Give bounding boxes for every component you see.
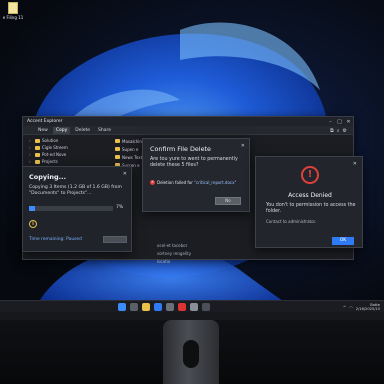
- copy-description: Copying 3 Items (1.2 GB of 1.6 GB) from …: [29, 185, 122, 196]
- minimize-icon[interactable]: –: [326, 118, 335, 126]
- folder-icon: [115, 155, 120, 159]
- close-icon[interactable]: ✕: [123, 171, 127, 177]
- wifi-icon[interactable]: ◠: [349, 305, 353, 310]
- deletion-error-file: "critical_report.docx": [194, 180, 237, 185]
- monitor-bezel: [0, 312, 384, 320]
- pause-icon[interactable]: II: [29, 220, 37, 228]
- copy-dialog-title: Copying...: [29, 173, 67, 181]
- copy-progress-label: 7%: [116, 205, 124, 210]
- deletion-error-prefix: Deletion failed for: [157, 180, 193, 185]
- taskbar-icons: [118, 303, 210, 311]
- sidebar-item[interactable]: › Solution: [23, 137, 111, 144]
- folder-icon: [35, 159, 40, 164]
- sidebar-item[interactable]: › Cigle Streem: [23, 144, 111, 151]
- desktop-screen: e Filing 11 Accent Explorer – □ ✕ New Co…: [0, 0, 384, 312]
- folder-icon: [115, 147, 120, 151]
- sidebar-item-label: Pot-ed Nove: [42, 152, 67, 157]
- denied-message: You don't to permission to access the fo…: [266, 203, 356, 214]
- copy-dialog-button[interactable]: [103, 236, 127, 243]
- window-controls: – □ ✕: [326, 118, 353, 126]
- explorer-titlebar[interactable]: Accent Explorer – □ ✕: [23, 117, 353, 126]
- close-icon[interactable]: ✕: [353, 161, 357, 167]
- search-icon[interactable]: ⌕: [337, 128, 340, 134]
- confirm-dialog-title: Confirm File Delete: [150, 145, 211, 153]
- screenshot-root: e Filing 11 Accent Explorer – □ ✕ New Co…: [0, 0, 384, 384]
- system-tray: ^ ◠ Batte 2/16/2025/15: [343, 303, 380, 311]
- deletion-error-text: Deletion failed for "critical_report.doc…: [157, 180, 236, 185]
- tab-new[interactable]: New: [35, 127, 51, 134]
- sidebar-item[interactable]: › Projects: [23, 158, 111, 165]
- list-item-label: News Text: [122, 154, 143, 160]
- copy-progress-bar: [29, 206, 113, 211]
- edge-icon[interactable]: [154, 303, 162, 311]
- tab-share[interactable]: Share: [95, 127, 114, 134]
- start-icon[interactable]: [118, 303, 126, 311]
- no-button[interactable]: No: [215, 197, 241, 205]
- monitor: e Filing 11 Accent Explorer – □ ✕ New Co…: [0, 0, 384, 320]
- tab-delete[interactable]: Delete: [72, 127, 93, 134]
- alert-icon: !: [301, 166, 319, 184]
- close-icon[interactable]: ✕: [241, 143, 245, 149]
- clock[interactable]: Batte 2/16/2025/15: [356, 303, 380, 311]
- list-fragment: ocel-et tacebor: [157, 243, 188, 248]
- copy-icon[interactable]: ⧉: [330, 128, 334, 134]
- sidebar-item-label: Projects: [42, 159, 58, 164]
- document-icon: [8, 2, 18, 14]
- explorer-title: Accent Explorer: [27, 119, 63, 124]
- maximize-icon[interactable]: □: [335, 118, 344, 126]
- file-explorer-icon[interactable]: [142, 303, 150, 311]
- folder-icon: [35, 138, 40, 143]
- monitor-stand-hole: [183, 340, 199, 368]
- desktop-file-label: e Filing 11: [2, 15, 24, 20]
- error-icon: ✕: [150, 180, 155, 185]
- denied-title: Access Denied: [288, 192, 332, 199]
- denied-contact: Contact to administrator.: [266, 219, 317, 224]
- sidebar-item-label: Solution: [42, 138, 59, 143]
- list-fragment: sortney rengelity: [157, 251, 192, 256]
- list-fragment: locatio: [157, 259, 171, 264]
- access-denied-dialog: ✕ ! Access Denied You don't to permissio…: [255, 156, 363, 248]
- chevron-right-icon: ›: [29, 152, 31, 157]
- folder-icon: [35, 145, 40, 150]
- taskbar: ^ ◠ Batte 2/16/2025/15: [0, 300, 384, 312]
- chevron-right-icon: ›: [29, 138, 31, 143]
- desktop-file-icon[interactable]: e Filing 11: [2, 2, 24, 20]
- folder-icon: [35, 152, 40, 157]
- confirm-question: Are tou yure to went to permanently dele…: [150, 157, 238, 168]
- sidebar-item-label: Cigle Streem: [42, 145, 68, 150]
- time-remaining: Time remaining: Paused: [29, 237, 82, 242]
- list-item-label: Supen e: [122, 146, 139, 152]
- folder-icon: [115, 139, 120, 143]
- deletion-error: ✕ Deletion failed for "critical_report.d…: [150, 180, 236, 185]
- clock-date: 2/16/2025/15: [355, 307, 380, 311]
- ok-button[interactable]: OK: [332, 237, 354, 245]
- app-icon[interactable]: [178, 303, 186, 311]
- search-icon[interactable]: [130, 303, 138, 311]
- terminal-icon[interactable]: [202, 303, 210, 311]
- list-item[interactable]: News Text: [115, 153, 142, 161]
- close-icon[interactable]: ✕: [344, 118, 353, 126]
- explorer-ribbon-tabs: New Copy Delete Share: [23, 126, 353, 135]
- chevron-right-icon: ›: [29, 145, 31, 150]
- settings-icon[interactable]: [190, 303, 198, 311]
- tab-copy[interactable]: Copy: [52, 126, 71, 134]
- copy-progress-dialog: Copying... ✕ Copying 3 Items (1.2 GB of …: [22, 166, 132, 252]
- copy-progress-fill: [29, 206, 35, 211]
- chevron-right-icon: ›: [29, 159, 31, 164]
- sidebar-item[interactable]: › Pot-ed Nove: [23, 151, 111, 158]
- list-item[interactable]: Supen e: [115, 145, 138, 153]
- store-icon[interactable]: [166, 303, 174, 311]
- explorer-toolbar: ⧉ ⌕ ⚙: [330, 126, 347, 135]
- chevron-up-icon[interactable]: ^: [343, 305, 346, 310]
- confirm-delete-dialog: Confirm File Delete ✕ Are tou yure to we…: [142, 138, 250, 212]
- settings-icon[interactable]: ⚙: [343, 128, 347, 134]
